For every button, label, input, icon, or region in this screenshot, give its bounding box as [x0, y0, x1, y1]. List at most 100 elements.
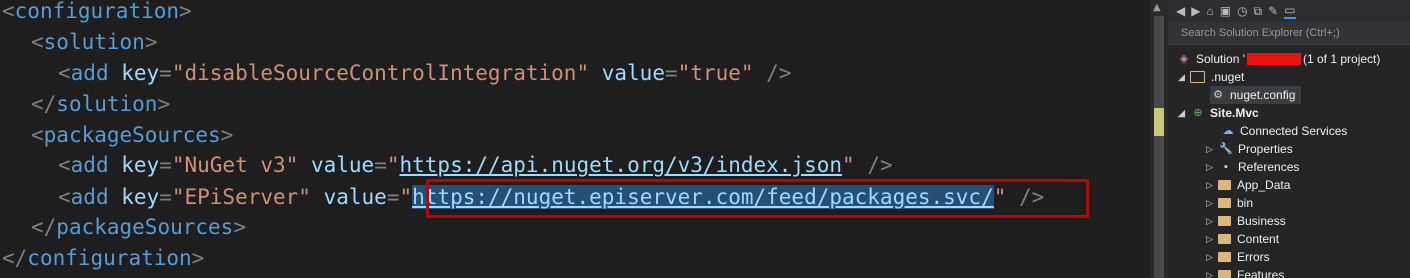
bracket: </: [2, 246, 28, 270]
tree-label: References: [1238, 160, 1300, 174]
tree-label: Features: [1237, 268, 1285, 278]
bracket: >: [220, 123, 234, 147]
folder-icon: [1218, 252, 1231, 262]
bracket: <: [58, 153, 71, 177]
tree-item-features[interactable]: ▷ Features: [1206, 266, 1284, 278]
solution-explorer-panel: ◀ ▶ ⌂ ▣ ◷ ⧉ ✎ ▭ Search Solution Explorer…: [1168, 0, 1410, 278]
solution-suffix: (1 of 1 project): [1303, 52, 1381, 66]
forward-icon[interactable]: ▶: [1191, 4, 1200, 18]
connected-services-icon: ☁: [1222, 125, 1234, 137]
bracket: <: [58, 185, 71, 209]
home-icon[interactable]: ⌂: [1206, 4, 1213, 18]
tree-item-solution[interactable]: ◈ Solution ' (1 of 1 project): [1176, 50, 1381, 68]
attr-key: key: [121, 153, 160, 177]
search-solution-explorer-input[interactable]: Search Solution Explorer (Ctrl+;): [1168, 22, 1410, 45]
collapsed-arrow-icon[interactable]: ▷: [1206, 176, 1218, 194]
collapsed-arrow-icon[interactable]: ▷: [1206, 140, 1218, 158]
switch-views-icon[interactable]: ▣: [1220, 4, 1231, 18]
attr-value: value: [323, 185, 387, 209]
collapse-all-icon[interactable]: ⧉: [1254, 4, 1263, 19]
tree-label: Connected Services: [1240, 124, 1348, 138]
self-close: />: [753, 61, 792, 85]
tree-label: .nuget: [1211, 70, 1245, 84]
collapsed-arrow-icon[interactable]: ▷: [1206, 266, 1218, 278]
tree-item-nuget-config[interactable]: ⚙ nuget.config: [1210, 86, 1302, 104]
tree-item-business[interactable]: ▷ Business: [1206, 212, 1286, 230]
code-line-1[interactable]: <configuration>: [2, 0, 192, 27]
tree-item-project[interactable]: ◢ ⊕ Site.Mvc: [1178, 104, 1259, 122]
quote: ": [171, 61, 185, 85]
code-line-3[interactable]: <add key="disableSourceControlIntegratio…: [58, 58, 791, 89]
expanded-arrow-icon[interactable]: ◢: [1178, 104, 1190, 122]
history-icon[interactable]: ◷: [1237, 4, 1247, 18]
code-line-4[interactable]: </solution>: [31, 89, 170, 120]
collapsed-arrow-icon[interactable]: ▷: [1206, 194, 1218, 212]
bracket: </: [31, 215, 57, 239]
xml-tag-packagesources-close: packageSources: [56, 215, 234, 239]
solution-icon: ◈: [1179, 53, 1189, 65]
folder-icon: [1218, 198, 1231, 208]
wrench-icon: 🔧: [1219, 143, 1233, 155]
config-file-icon: ⚙: [1213, 89, 1223, 101]
equals: =: [159, 185, 172, 209]
xml-tag-solution: solution: [43, 30, 145, 54]
tree-label: Business: [1237, 214, 1286, 228]
tree-label: App_Data: [1237, 178, 1291, 192]
xml-tag-add: add: [70, 153, 109, 177]
equals: =: [159, 153, 172, 177]
bracket: >: [179, 0, 192, 23]
editor-vertical-scrollbar[interactable]: ▲: [1150, 0, 1168, 278]
xml-tag-configuration-close: configuration: [27, 246, 192, 270]
equals: =: [159, 61, 172, 85]
bracket: <: [58, 61, 71, 85]
attr-key: key: [121, 61, 160, 85]
tree-item-app-data[interactable]: ▷ App_Data: [1206, 176, 1290, 194]
xml-code-editor[interactable]: <configuration> <solution> <add key="dis…: [0, 0, 1150, 278]
preview-icon[interactable]: ▭: [1284, 3, 1296, 19]
scroll-up-arrow-icon[interactable]: ▲: [1153, 2, 1161, 13]
attr-value: value: [310, 153, 375, 177]
tree-item-content[interactable]: ▷ Content: [1206, 230, 1279, 248]
expanded-arrow-icon[interactable]: ◢: [1178, 68, 1190, 86]
properties-icon[interactable]: ✎: [1268, 4, 1278, 18]
quote: ": [386, 153, 400, 177]
tree-item-references[interactable]: ▷ ▪ References: [1206, 158, 1299, 176]
collapsed-arrow-icon[interactable]: ▷: [1206, 212, 1218, 230]
bracket: </: [31, 92, 57, 116]
nuget-v3-url-link[interactable]: https://api.nuget.org/v3/index.json: [400, 153, 843, 177]
code-line-9[interactable]: </configuration>: [2, 243, 204, 274]
web-project-icon: ⊕: [1193, 107, 1203, 119]
quote: ": [285, 153, 299, 177]
bracket: >: [144, 30, 158, 54]
tree-item-errors[interactable]: ▷ Errors: [1206, 248, 1270, 266]
code-line-8[interactable]: </packageSources>: [31, 212, 246, 243]
equals: =: [374, 153, 387, 177]
equals: =: [664, 61, 678, 85]
back-icon[interactable]: ◀: [1176, 4, 1185, 18]
code-line-6[interactable]: <add key="NuGet v3" value="https://api.n…: [58, 150, 893, 181]
bracket: <: [2, 0, 15, 23]
code-line-2[interactable]: <solution>: [31, 27, 157, 58]
tree-item-nuget-folder[interactable]: ◢ .nuget: [1178, 68, 1244, 86]
tree-item-bin[interactable]: ▷ bin: [1206, 194, 1253, 212]
scrollbar-thumb[interactable]: [1154, 16, 1164, 278]
references-icon: ▪: [1224, 161, 1228, 173]
attr-key-value: NuGet v3: [184, 153, 286, 177]
quote: ": [298, 185, 311, 209]
collapsed-arrow-icon[interactable]: ▷: [1206, 230, 1218, 248]
scrollbar-change-marker: [1154, 108, 1164, 136]
attr-key-value: EPiServer: [184, 185, 299, 209]
quote: ": [740, 61, 754, 85]
tree-item-properties[interactable]: ▷ 🔧 Properties: [1206, 140, 1293, 158]
attr-value: value: [601, 61, 665, 85]
bracket: <: [31, 30, 44, 54]
tree-item-connected-services[interactable]: ☁ Connected Services: [1220, 122, 1348, 140]
folder-icon: [1218, 180, 1231, 190]
highlight-box: [426, 179, 1089, 218]
collapsed-arrow-icon[interactable]: ▷: [1206, 158, 1218, 176]
tree-label: nuget.config: [1230, 88, 1296, 102]
collapsed-arrow-icon[interactable]: ▷: [1206, 248, 1218, 266]
code-line-5[interactable]: <packageSources>: [31, 120, 233, 151]
folder-icon: [1218, 270, 1231, 278]
attr-key: key: [121, 185, 160, 209]
